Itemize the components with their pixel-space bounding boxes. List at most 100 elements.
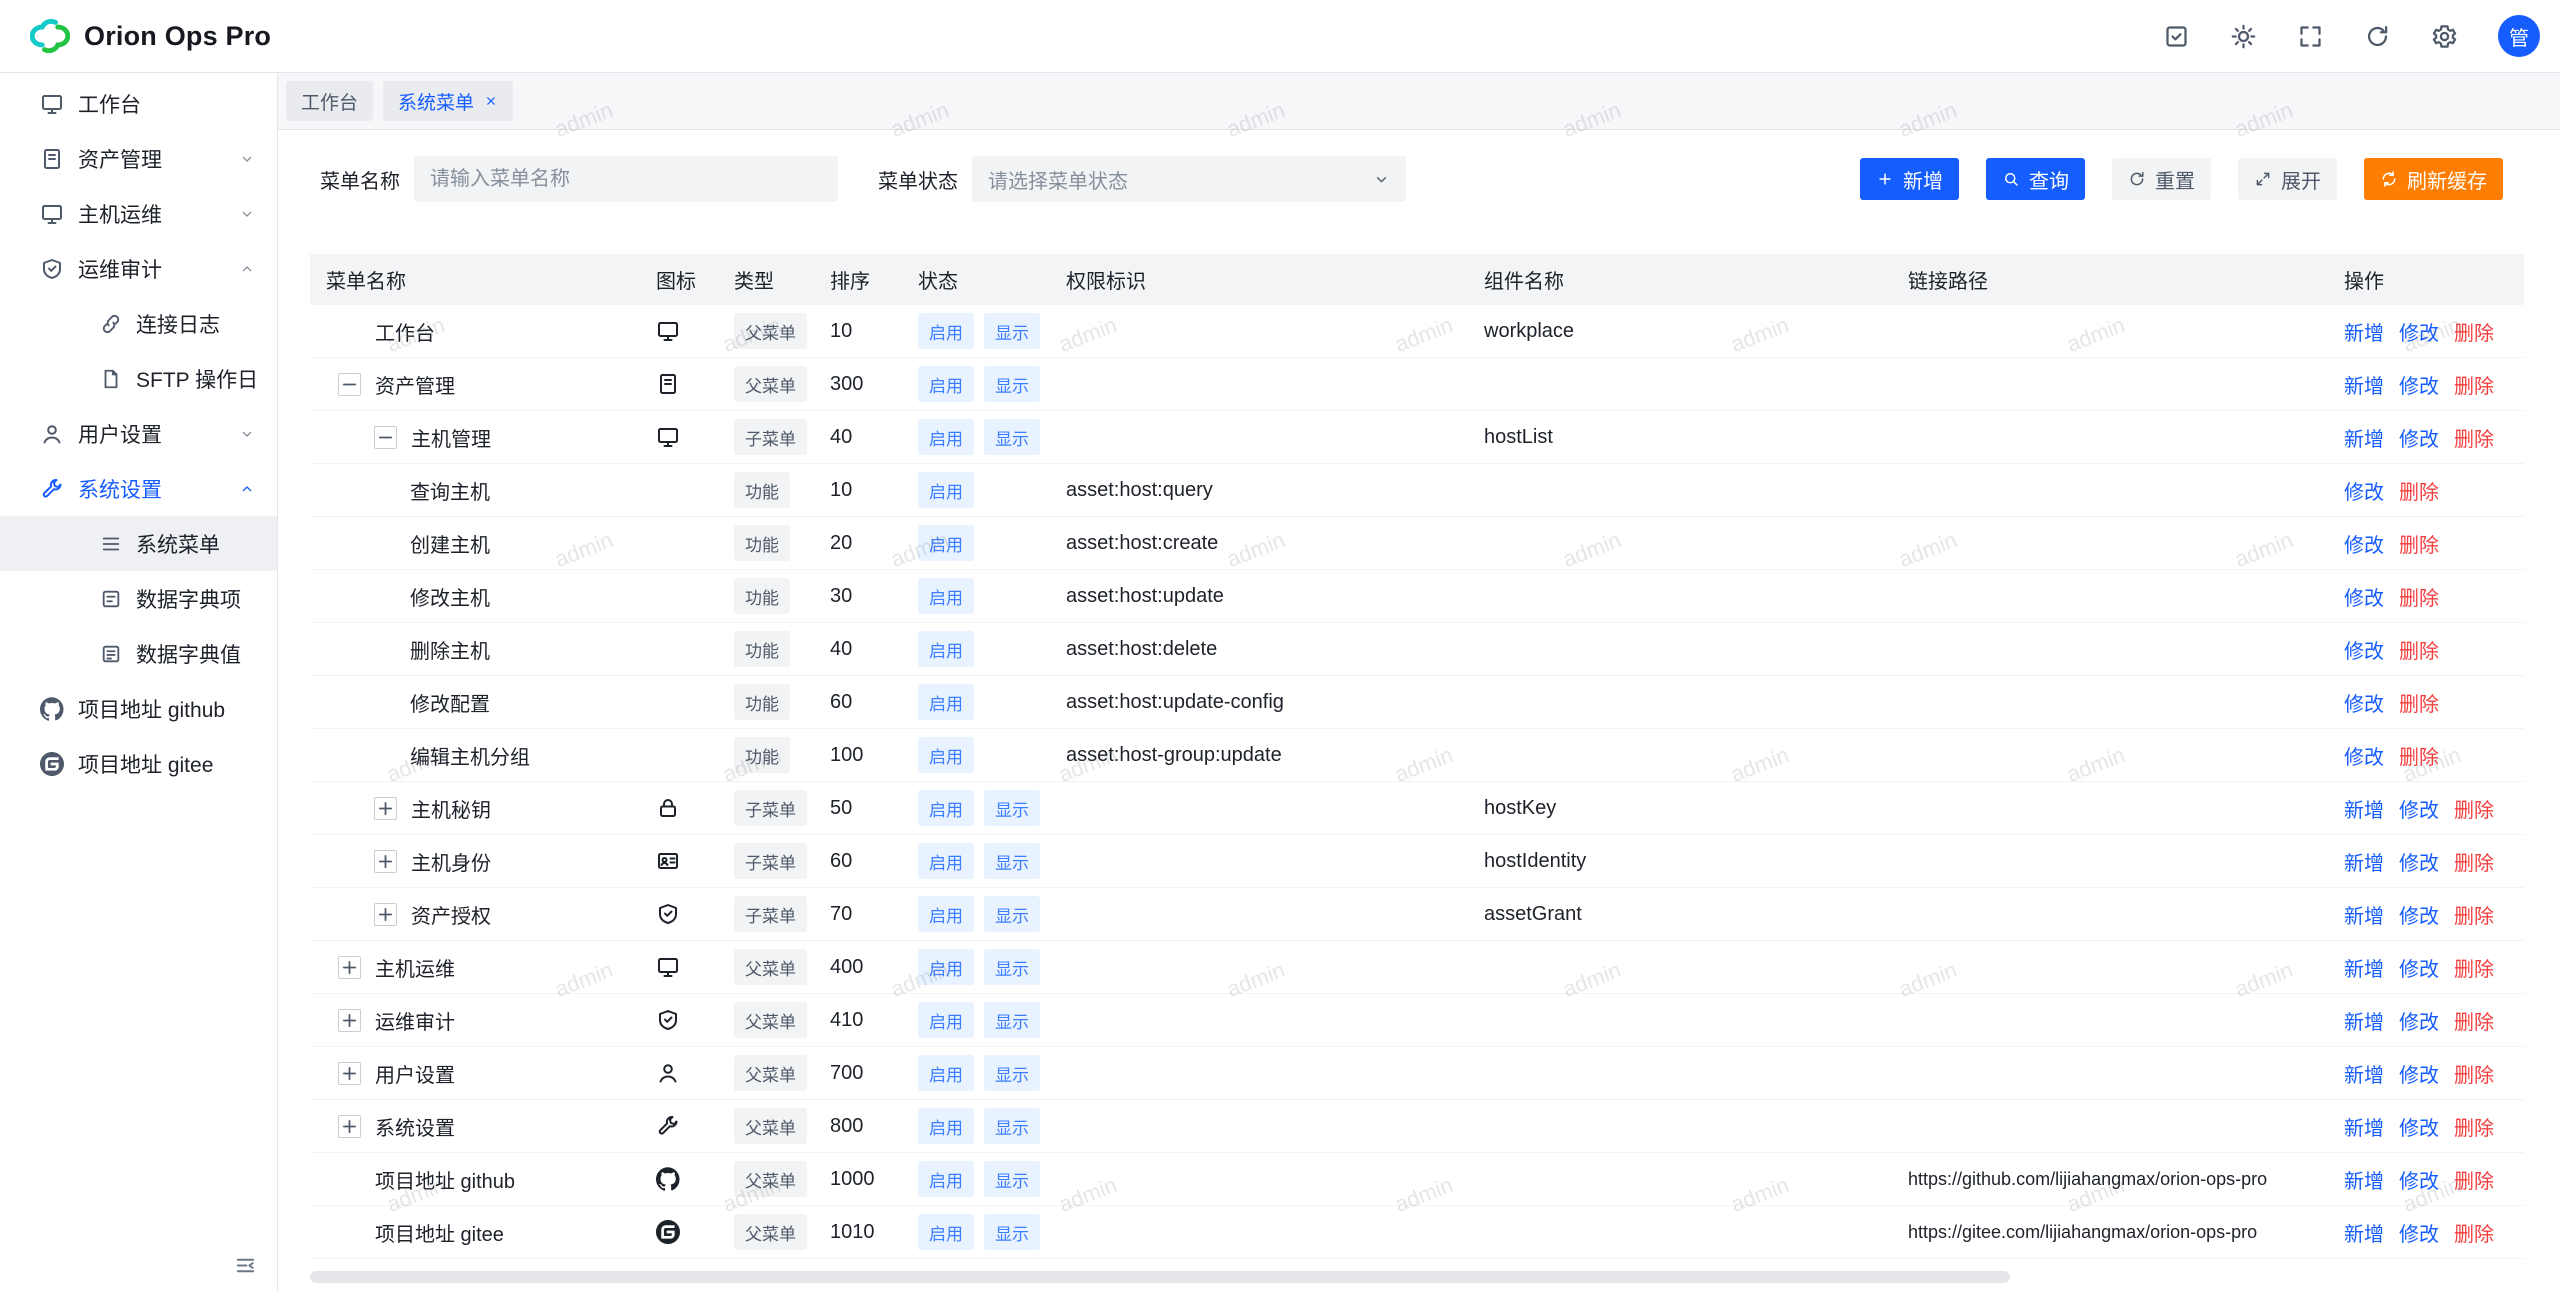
action-link[interactable]: 新增 [2344, 1218, 2384, 1247]
type-badge: 父菜单 [734, 1214, 807, 1250]
action-link[interactable]: 修改 [2344, 476, 2384, 505]
action-link[interactable]: 修改 [2344, 688, 2384, 717]
delete-link[interactable]: 删除 [2399, 635, 2439, 664]
delete-link[interactable]: 删除 [2454, 1112, 2494, 1141]
row-expand-icon[interactable] [338, 1115, 361, 1138]
sidebar-subitem[interactable]: 数据字典值 [0, 626, 277, 681]
sidebar-item[interactable]: 项目地址 gitee [0, 736, 277, 791]
horizontal-scrollbar[interactable] [310, 1271, 2010, 1283]
action-link[interactable]: 修改 [2344, 635, 2384, 664]
row-expand-icon[interactable] [338, 1062, 361, 1085]
sidebar-subitem[interactable]: SFTP 操作日志 [0, 351, 277, 406]
action-link[interactable]: 新增 [2344, 847, 2384, 876]
close-icon[interactable] [484, 94, 498, 108]
action-link[interactable]: 修改 [2344, 582, 2384, 611]
action-link[interactable]: 修改 [2344, 741, 2384, 770]
tab-item[interactable]: 工作台 [286, 81, 373, 121]
sidebar-item[interactable]: 用户设置 [0, 406, 277, 461]
fullscreen-icon[interactable] [2297, 23, 2324, 50]
action-link[interactable]: 修改 [2399, 847, 2439, 876]
check-square-icon[interactable] [2163, 23, 2190, 50]
action-link[interactable]: 修改 [2399, 900, 2439, 929]
row-expand-icon[interactable] [338, 956, 361, 979]
action-link[interactable]: 修改 [2399, 1218, 2439, 1247]
delete-link[interactable]: 删除 [2454, 1006, 2494, 1035]
action-link[interactable]: 修改 [2399, 1059, 2439, 1088]
action-link[interactable]: 新增 [2344, 370, 2384, 399]
sidebar-item[interactable]: 项目地址 github [0, 681, 277, 736]
delete-link[interactable]: 删除 [2454, 953, 2494, 982]
sidebar-item[interactable]: 主机运维 [0, 186, 277, 241]
sidebar-subitem[interactable]: 系统菜单 [0, 516, 277, 571]
row-collapse-icon[interactable] [374, 426, 397, 449]
action-link[interactable]: 新增 [2344, 317, 2384, 346]
delete-link[interactable]: 删除 [2454, 1165, 2494, 1194]
tab-item[interactable]: 系统菜单 [383, 81, 513, 121]
sidebar-subitem[interactable]: 数据字典项 [0, 571, 277, 626]
action-link[interactable]: 修改 [2399, 794, 2439, 823]
menu-name-input[interactable] [414, 156, 838, 202]
status-badge: 启用 [918, 1214, 974, 1250]
expand-button[interactable]: 展开 [2238, 158, 2337, 200]
delete-link[interactable]: 删除 [2399, 476, 2439, 505]
delete-link[interactable]: 删除 [2454, 370, 2494, 399]
action-link[interactable]: 修改 [2399, 1112, 2439, 1141]
sidebar: 工作台资产管理主机运维运维审计连接日志SFTP 操作日志用户设置系统设置系统菜单… [0, 73, 278, 1291]
watermark-text: admin [278, 527, 281, 573]
action-link[interactable]: 新增 [2344, 1059, 2384, 1088]
delete-link[interactable]: 删除 [2454, 317, 2494, 346]
delete-link[interactable]: 删除 [2454, 794, 2494, 823]
main-content: adminadminadminadminadminadminadminadmin… [278, 73, 2560, 1291]
refresh-cache-button[interactable]: 刷新缓存 [2364, 158, 2503, 200]
action-link[interactable]: 修改 [2344, 529, 2384, 558]
status-badge: 启用 [918, 1108, 974, 1144]
sidebar-item[interactable]: 运维审计 [0, 241, 277, 296]
action-link[interactable]: 修改 [2399, 423, 2439, 452]
row-expand-icon[interactable] [374, 903, 397, 926]
menu-type-cell: 功能 [718, 737, 814, 773]
row-expand-icon[interactable] [338, 1009, 361, 1032]
action-link[interactable]: 修改 [2399, 317, 2439, 346]
avatar[interactable]: 管 [2498, 15, 2540, 57]
delete-link[interactable]: 删除 [2399, 582, 2439, 611]
action-link[interactable]: 修改 [2399, 370, 2439, 399]
status-badge: 启用 [918, 737, 974, 773]
settings-gear-icon[interactable] [2431, 23, 2458, 50]
action-link[interactable]: 修改 [2399, 1165, 2439, 1194]
delete-link[interactable]: 删除 [2454, 900, 2494, 929]
actions-cell: 新增修改删除 [2328, 1059, 2524, 1088]
action-link[interactable]: 新增 [2344, 1165, 2384, 1194]
menu-status-select[interactable]: 请选择菜单状态 [972, 156, 1406, 202]
action-link[interactable]: 新增 [2344, 423, 2384, 452]
sidebar-item[interactable]: 系统设置 [0, 461, 277, 516]
action-link[interactable]: 新增 [2344, 794, 2384, 823]
action-link[interactable]: 新增 [2344, 953, 2384, 982]
delete-link[interactable]: 删除 [2399, 529, 2439, 558]
reset-button[interactable]: 重置 [2112, 158, 2211, 200]
delete-link[interactable]: 删除 [2454, 1059, 2494, 1088]
delete-link[interactable]: 删除 [2399, 741, 2439, 770]
add-button[interactable]: 新增 [1860, 158, 1959, 200]
row-collapse-icon[interactable] [338, 373, 361, 396]
search-button[interactable]: 查询 [1986, 158, 2085, 200]
action-link[interactable]: 修改 [2399, 1006, 2439, 1035]
row-expand-icon[interactable] [374, 850, 397, 873]
delete-link[interactable]: 删除 [2454, 847, 2494, 876]
action-link[interactable]: 新增 [2344, 900, 2384, 929]
menu-name-cell: 工作台 [310, 317, 640, 346]
delete-link[interactable]: 删除 [2399, 688, 2439, 717]
delete-link[interactable]: 删除 [2454, 1218, 2494, 1247]
sidebar-item[interactable]: 工作台 [0, 76, 277, 131]
menu-name-cell: 主机管理 [310, 423, 640, 452]
action-link[interactable]: 修改 [2399, 953, 2439, 982]
row-expand-icon[interactable] [374, 797, 397, 820]
sidebar-fold-icon[interactable] [234, 1254, 257, 1277]
action-link[interactable]: 新增 [2344, 1112, 2384, 1141]
permission-cell: asset:host:update-config [1050, 691, 1468, 714]
theme-sun-icon[interactable] [2230, 23, 2257, 50]
action-link[interactable]: 新增 [2344, 1006, 2384, 1035]
refresh-icon[interactable] [2364, 23, 2391, 50]
sidebar-subitem[interactable]: 连接日志 [0, 296, 277, 351]
delete-link[interactable]: 删除 [2454, 423, 2494, 452]
sidebar-item[interactable]: 资产管理 [0, 131, 277, 186]
